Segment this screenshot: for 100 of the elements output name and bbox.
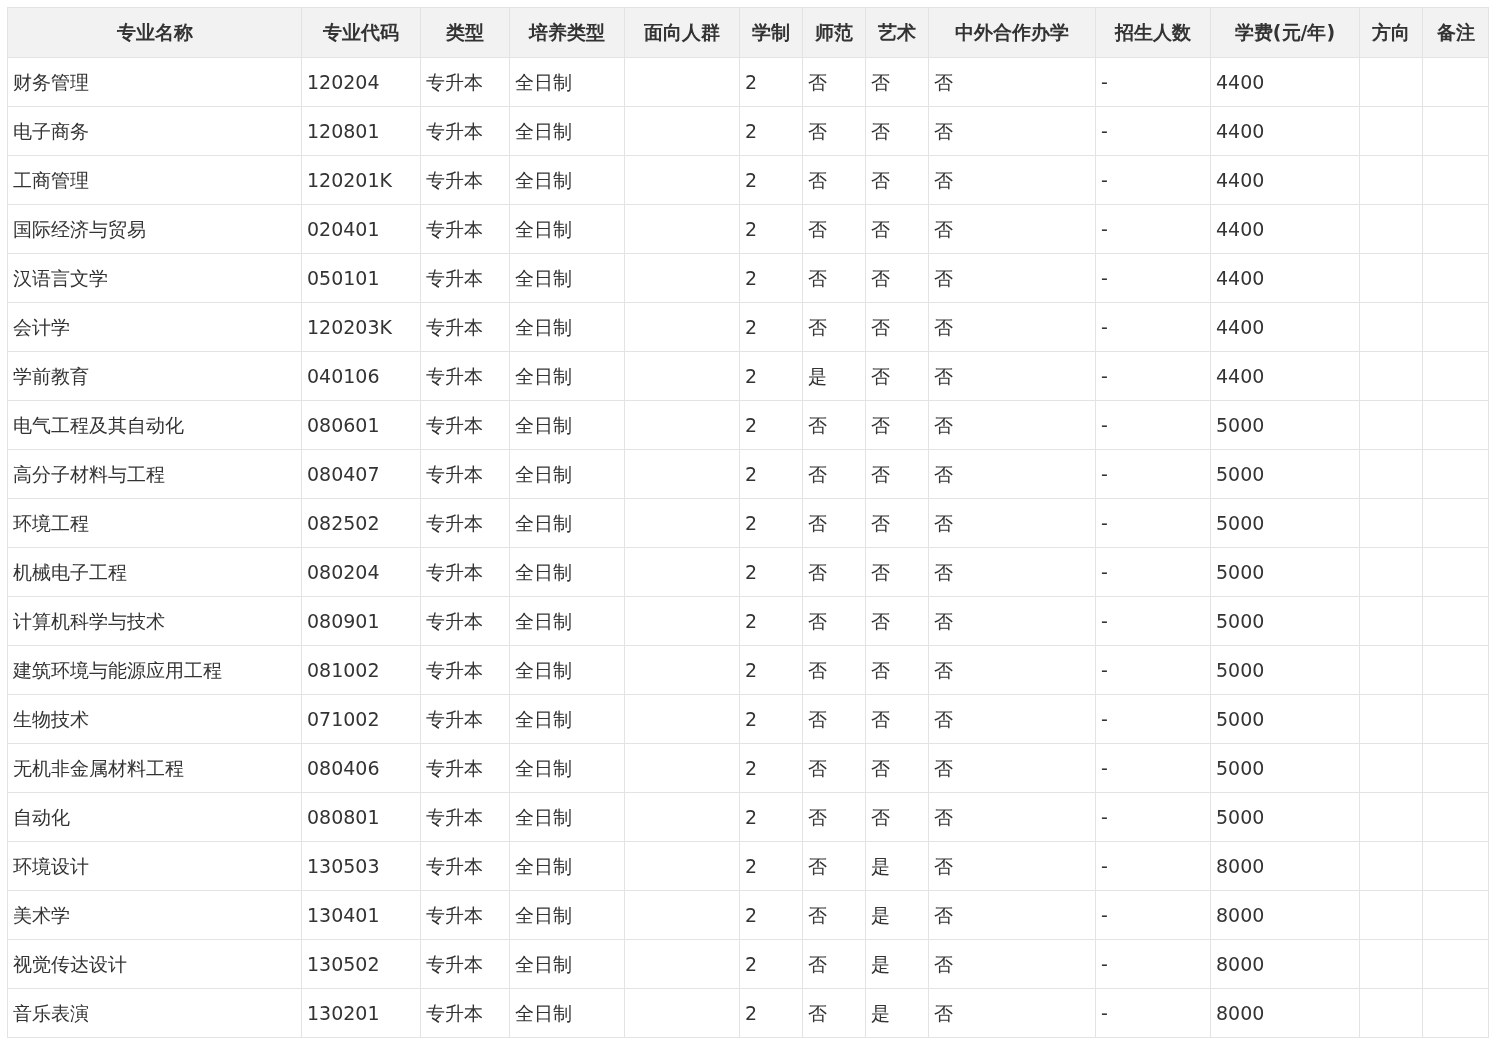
table-cell: 全日制 — [509, 547, 625, 597]
table-cell: 5000 — [1210, 743, 1360, 793]
table-cell: 080601 — [301, 400, 421, 450]
table-cell: 8000 — [1210, 890, 1360, 940]
table-cell: 4400 — [1210, 57, 1360, 107]
table-cell: 否 — [865, 155, 929, 205]
table-cell: 否 — [802, 743, 866, 793]
table-cell: 全日制 — [509, 302, 625, 352]
table-cell: 040106 — [301, 351, 421, 401]
table-cell: 全日制 — [509, 400, 625, 450]
table-cell: 专升本 — [420, 57, 510, 107]
table-cell: 是 — [865, 841, 929, 891]
table-cell: 音乐表演 — [7, 988, 302, 1038]
table-cell: 无机非金属材料工程 — [7, 743, 302, 793]
table-cell: 8000 — [1210, 939, 1360, 989]
table-cell: 2 — [739, 204, 803, 254]
table-cell: 2 — [739, 106, 803, 156]
table-cell: 否 — [928, 498, 1096, 548]
table-cell: 是 — [865, 988, 929, 1038]
table-cell: 全日制 — [509, 498, 625, 548]
table-cell: 全日制 — [509, 645, 625, 695]
table-cell: 否 — [928, 645, 1096, 695]
table-cell: 2 — [739, 155, 803, 205]
table-cell: 全日制 — [509, 106, 625, 156]
table-cell: 5000 — [1210, 498, 1360, 548]
table-cell: 否 — [802, 498, 866, 548]
table-cell: 生物技术 — [7, 694, 302, 744]
table-cell: 5000 — [1210, 400, 1360, 450]
table-cell: 全日制 — [509, 253, 625, 303]
table-cell: 否 — [928, 939, 1096, 989]
table-cell: 050101 — [301, 253, 421, 303]
table-cell: 专升本 — [420, 645, 510, 695]
table-cell: 否 — [865, 694, 929, 744]
table-cell: - — [1095, 939, 1211, 989]
table-cell: 全日制 — [509, 596, 625, 646]
table-cell: - — [1095, 106, 1211, 156]
column-header: 学费(元/年) — [1210, 7, 1360, 58]
table-cell: 4400 — [1210, 106, 1360, 156]
table-cell: 否 — [802, 596, 866, 646]
table-cell: 否 — [865, 400, 929, 450]
table-cell: 2 — [739, 841, 803, 891]
table-cell: - — [1095, 743, 1211, 793]
table-cell: 2 — [739, 302, 803, 352]
table-cell: 4400 — [1210, 302, 1360, 352]
table-cell: 全日制 — [509, 155, 625, 205]
table-cell: 否 — [928, 155, 1096, 205]
column-header: 专业代码 — [301, 7, 421, 58]
table-cell: 5000 — [1210, 449, 1360, 499]
table-cell: 2 — [739, 694, 803, 744]
table-cell: 专升本 — [420, 106, 510, 156]
table-cell: 自动化 — [7, 792, 302, 842]
column-header: 类型 — [420, 7, 510, 58]
table-cell: 高分子材料与工程 — [7, 449, 302, 499]
table-cell: 专升本 — [420, 204, 510, 254]
column-header: 中外合作办学 — [928, 7, 1096, 58]
table-cell: 否 — [802, 645, 866, 695]
table-cell: 否 — [928, 792, 1096, 842]
table-cell: 电子商务 — [7, 106, 302, 156]
table-cell: 否 — [865, 253, 929, 303]
table-cell: 否 — [865, 596, 929, 646]
table-cell: 082502 — [301, 498, 421, 548]
table-cell: 否 — [802, 939, 866, 989]
table-cell: 080407 — [301, 449, 421, 499]
table-cell: 全日制 — [509, 939, 625, 989]
table-cell: 全日制 — [509, 351, 625, 401]
table-cell: 否 — [802, 694, 866, 744]
table-cell: 计算机科学与技术 — [7, 596, 302, 646]
table-cell: 否 — [928, 694, 1096, 744]
table-cell: 否 — [802, 57, 866, 107]
table-cell: 2 — [739, 645, 803, 695]
table-cell: 071002 — [301, 694, 421, 744]
table-cell: 是 — [865, 939, 929, 989]
table-cell: 2 — [739, 449, 803, 499]
table-cell: 否 — [802, 449, 866, 499]
table-cell: 080204 — [301, 547, 421, 597]
table-cell: 否 — [865, 547, 929, 597]
table-cell: 否 — [865, 351, 929, 401]
table-cell: - — [1095, 302, 1211, 352]
table-cell: 专升本 — [420, 890, 510, 940]
table-cell: 财务管理 — [7, 57, 302, 107]
table-cell: 8000 — [1210, 841, 1360, 891]
table-cell: 否 — [865, 645, 929, 695]
column-header: 面向人群 — [624, 7, 740, 58]
table-cell: 否 — [802, 400, 866, 450]
table-cell: - — [1095, 204, 1211, 254]
table-cell: 120203K — [301, 302, 421, 352]
table-cell: 全日制 — [509, 841, 625, 891]
table-cell: 全日制 — [509, 743, 625, 793]
table-cell: 2 — [739, 400, 803, 450]
table-cell: 专升本 — [420, 939, 510, 989]
table-cell: 否 — [865, 449, 929, 499]
table-cell: 否 — [928, 302, 1096, 352]
table-cell: 专升本 — [420, 498, 510, 548]
table-cell: 080901 — [301, 596, 421, 646]
table-cell: 否 — [928, 351, 1096, 401]
table-cell: - — [1095, 400, 1211, 450]
column-header: 备注 — [1422, 7, 1489, 58]
table-cell: 130502 — [301, 939, 421, 989]
table-cell: 130503 — [301, 841, 421, 891]
table-cell: 2 — [739, 792, 803, 842]
